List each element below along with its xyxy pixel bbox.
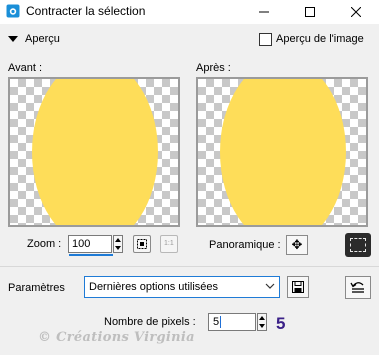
zoom-100-button[interactable]: 1:1 bbox=[160, 235, 178, 253]
reset-icon bbox=[350, 282, 364, 293]
after-preview[interactable] bbox=[196, 77, 368, 227]
reset-defaults-button[interactable] bbox=[345, 276, 371, 299]
text-cursor bbox=[220, 316, 221, 328]
spin-down-arrow-icon[interactable] bbox=[258, 322, 266, 330]
collapse-triangle-icon bbox=[8, 36, 18, 42]
image-preview-label: Aperçu de l'image bbox=[276, 33, 364, 45]
watermark: © Créations Virginia bbox=[38, 330, 195, 345]
preview-toggle[interactable]: Aperçu bbox=[8, 31, 60, 47]
minimize-button[interactable] bbox=[241, 0, 287, 24]
chevron-down-icon bbox=[265, 283, 275, 289]
value-annotation: 5 bbox=[276, 314, 286, 333]
before-label: Avant : bbox=[8, 62, 43, 74]
pixel-count-value: 5 bbox=[213, 316, 220, 328]
preset-value: Dernières options utilisées bbox=[89, 281, 219, 293]
spin-up-arrow-icon[interactable] bbox=[114, 236, 122, 244]
floppy-disk-icon bbox=[292, 281, 304, 293]
spin-up-arrow-icon[interactable] bbox=[258, 314, 266, 322]
selection-shape bbox=[32, 79, 158, 225]
divider bbox=[0, 266, 379, 267]
pixel-count-label-text: Nombre de pixels : bbox=[104, 316, 196, 328]
camera-icon bbox=[6, 4, 20, 18]
pan-label: Panoramique : bbox=[209, 239, 281, 251]
selection-shape bbox=[220, 79, 346, 225]
save-preset-button[interactable] bbox=[287, 276, 309, 298]
pixel-count-spinner[interactable] bbox=[257, 313, 267, 331]
zoom-fit-button[interactable] bbox=[133, 235, 151, 253]
after-label: Après : bbox=[196, 62, 231, 74]
zoom-value: 100 bbox=[72, 238, 91, 250]
pixel-count-label: Nombre de pixels : bbox=[104, 316, 196, 328]
preview-toggle-label: Aperçu bbox=[25, 33, 60, 45]
maximize-icon bbox=[305, 7, 315, 17]
parameters-label: Paramètres bbox=[8, 282, 65, 294]
zoom-spinner[interactable] bbox=[113, 235, 123, 253]
spin-down-arrow-icon[interactable] bbox=[114, 244, 122, 252]
zoom-input[interactable]: 100 bbox=[68, 235, 113, 256]
minimize-icon bbox=[259, 11, 269, 13]
focus-underline bbox=[69, 254, 113, 256]
window-title: Contracter la sélection bbox=[26, 4, 146, 18]
zoom-fit-icon bbox=[137, 239, 147, 249]
preset-select[interactable]: Dernières options utilisées bbox=[84, 276, 280, 298]
pixel-count-input[interactable]: 5 bbox=[208, 313, 256, 331]
zoom-100-icon: 1:1 bbox=[164, 240, 174, 247]
selection-preview-button[interactable] bbox=[345, 233, 371, 257]
close-icon bbox=[351, 7, 361, 17]
image-preview-checkbox[interactable]: Aperçu de l'image bbox=[259, 31, 364, 47]
close-button[interactable] bbox=[333, 0, 379, 24]
pan-button[interactable]: ✥ bbox=[286, 235, 308, 255]
maximize-button[interactable] bbox=[287, 0, 333, 24]
move-arrows-icon: ✥ bbox=[291, 237, 303, 252]
before-preview[interactable] bbox=[8, 77, 180, 227]
dashed-selection-icon bbox=[350, 238, 366, 252]
zoom-label: Zoom : bbox=[27, 238, 62, 250]
checkbox-box[interactable] bbox=[259, 32, 272, 46]
